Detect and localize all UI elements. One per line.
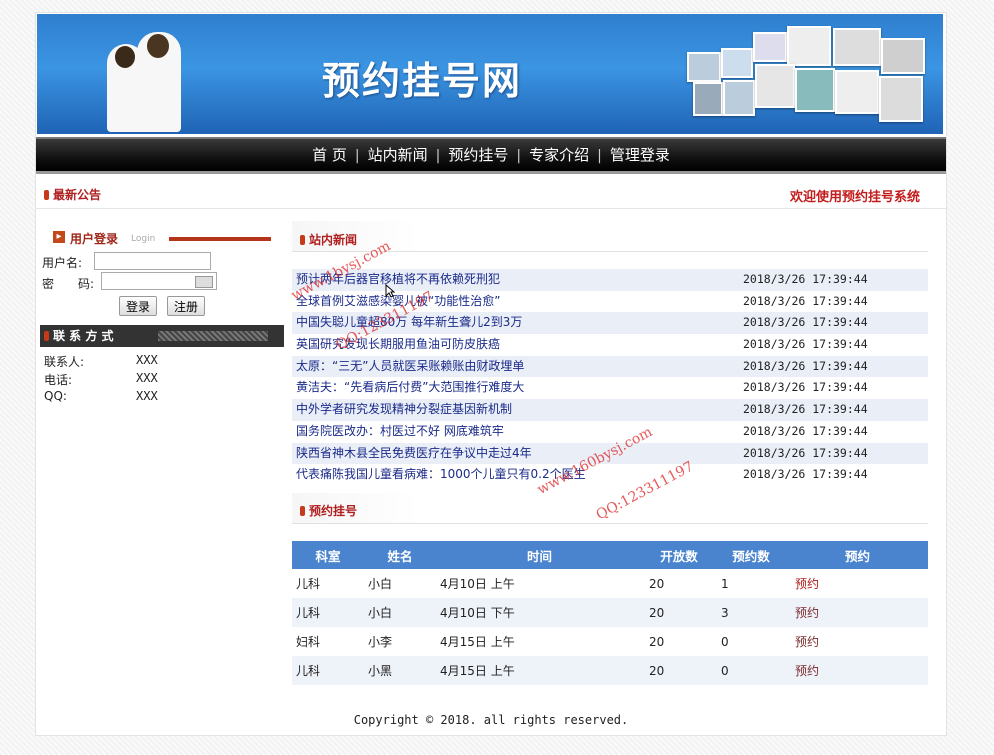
doctor-cell: 小白 [368,577,393,591]
news-time: 2018/3/26 17:39:44 [743,358,868,373]
news-title-link[interactable]: 陕西省神木县全民免费医疗在争议中走过4年 [296,443,532,465]
news-item[interactable]: 英国研究发现长期服用鱼油可防皮肤癌 2018/3/26 17:39:44 [292,334,928,356]
bullet-icon [44,190,49,200]
nav-appointment[interactable]: 预约挂号 [440,146,516,164]
news-time: 2018/3/26 17:39:44 [743,272,868,286]
column-header: 科室 [292,541,364,569]
heading-pattern [158,331,268,341]
bullet-icon [300,506,305,516]
arrow-icon: ▸ [53,231,65,243]
bullet-icon [300,235,305,245]
column-header: 预约 [787,541,928,569]
register-button[interactable]: 注册 [167,296,206,316]
news-item[interactable]: 国务院医改办：村医过不好 网底难筑牢 2018/3/26 17:39:44 [292,421,928,443]
appointment-table: 科室 姓名 时间 开放数 预约数 预约 儿科 小白 4月10日 上午 20 1 … [292,541,928,685]
contact-label: 联系人: [44,355,85,369]
password-label: 密 码: [42,277,95,291]
news-heading: 站内新闻 [300,231,357,248]
site-banner: 预约挂号网 [37,14,943,134]
column-header: 预约数 [715,541,787,569]
booked-count-cell: 0 [715,656,787,685]
notice-heading: 最新公告 [44,186,101,203]
main-nav: 首 页 | 站内新闻 | 预约挂号 | 专家介绍 | 管理登录 [36,137,946,174]
contact-value: XXX [136,389,158,403]
dept-cell: 儿科 [292,656,364,685]
hospital-photo-collage [687,22,927,132]
news-time: 2018/3/26 17:39:44 [743,423,868,438]
nav-home[interactable]: 首 页 [304,146,355,164]
time-cell: 4月10日 下午 [436,598,643,627]
site-title: 预约挂号网 [322,58,523,103]
time-cell: 4月15日 上午 [440,635,515,649]
login-button[interactable]: 登录 [119,296,158,316]
page-container: 预约挂号网 首 页 | 站内新闻 | 预约挂号 | 专家介绍 | 管理登录 最新公告 欢迎使用预… [35,12,947,736]
notice-bar: 最新公告 欢迎使用预约挂号系统 [36,178,946,209]
open-count-cell: 20 [649,576,665,591]
open-count-cell: 20 [649,634,665,649]
column-header: 姓名 [364,541,436,569]
table-row: 儿科 小白 4月10日 上午 20 1 预约 [292,569,928,598]
doctor-cell: 小白 [364,598,436,627]
contact-heading: 联 系 方 式 [40,325,284,347]
news-item[interactable]: 中外学者研究发现精神分裂症基因新机制 2018/3/26 17:39:44 [292,399,928,421]
open-count-cell: 20 [643,656,715,685]
news-time: 2018/3/26 17:39:44 [743,402,868,417]
time-cell: 4月10日 上午 [440,577,515,591]
news-time: 2018/3/26 17:39:44 [743,380,868,395]
open-count-cell: 20 [643,598,715,627]
news-time: 2018/3/26 17:39:44 [743,337,868,352]
nav-admin-login[interactable]: 管理登录 [602,146,678,164]
book-link[interactable]: 预约 [795,606,819,620]
password-input[interactable] [101,272,217,290]
column-header: 开放数 [643,541,715,569]
news-title-link[interactable]: 太原：“三无”人员就医呆账赖账由财政埋单 [296,356,524,378]
news-title-link[interactable]: 国务院医改办：村医过不好 网底难筑牢 [296,421,504,443]
news-item[interactable]: 太原：“三无”人员就医呆账赖账由财政埋单 2018/3/26 17:39:44 [292,355,928,378]
table-header-row: 科室 姓名 时间 开放数 预约数 预约 [292,541,928,569]
news-item[interactable]: 黄洁夫：“先看病后付费”大范围推行难度大 2018/3/26 17:39:44 [292,377,928,399]
mouse-cursor-icon [385,284,395,298]
nav-separator: | [354,148,360,164]
contact-label: 电话: [44,373,73,387]
contact-value: XXX [136,371,158,385]
news-item[interactable]: 代表痛陈我国儿童看病难：1000个儿童只有0.2个医生 2018/3/26 17:… [292,464,928,486]
heading-divider [169,237,271,241]
booked-count-cell: 1 [721,576,729,591]
contact-label: QQ: [44,389,67,403]
username-input[interactable] [94,252,211,270]
news-title-link[interactable]: 英国研究发现长期服用鱼油可防皮肤癌 [296,334,500,356]
table-row: 儿科 小白 4月10日 下午 20 3 预约 [292,598,928,627]
appointment-heading: 预约挂号 [300,502,357,519]
dept-cell: 儿科 [296,577,321,591]
nav-experts[interactable]: 专家介绍 [521,146,597,164]
booked-count-cell: 3 [715,598,787,627]
booked-count-cell: 0 [721,634,729,649]
table-row: 妇科 小李 4月15日 上午 20 0 预约 [292,627,928,656]
news-title-link[interactable]: 中外学者研究发现精神分裂症基因新机制 [296,399,512,421]
news-time: 2018/3/26 17:39:44 [743,467,868,482]
username-label: 用户名: [42,256,83,270]
footer-copyright: Copyright © 2018. all rights reserved. [353,713,629,727]
dept-cell: 儿科 [292,598,364,627]
time-cell: 4月15日 上午 [436,656,643,685]
news-time: 2018/3/26 17:39:44 [743,315,868,330]
login-heading: ▸ 用户登录 Login [51,228,271,250]
book-link[interactable]: 预约 [795,664,819,678]
book-link[interactable]: 预约 [795,635,819,649]
news-time: 2018/3/26 17:39:44 [743,445,868,460]
book-link[interactable]: 预约 [795,577,819,591]
news-time: 2018/3/26 17:39:44 [743,293,868,308]
welcome-text: 欢迎使用预约挂号系统 [789,190,920,205]
bullet-icon [44,331,49,341]
keyboard-icon[interactable] [195,276,213,288]
table-row: 儿科 小黑 4月15日 上午 20 0 预约 [292,656,928,685]
doctor-cell: 小黑 [364,656,436,685]
contact-value: XXX [136,353,158,367]
dept-cell: 妇科 [296,635,321,649]
nav-news[interactable]: 站内新闻 [360,146,436,164]
doctor-cell: 小李 [368,635,393,649]
news-title-link[interactable]: 黄洁夫：“先看病后付费”大范围推行难度大 [296,377,524,399]
doctors-illustration [97,22,217,132]
column-header: 时间 [436,541,643,569]
